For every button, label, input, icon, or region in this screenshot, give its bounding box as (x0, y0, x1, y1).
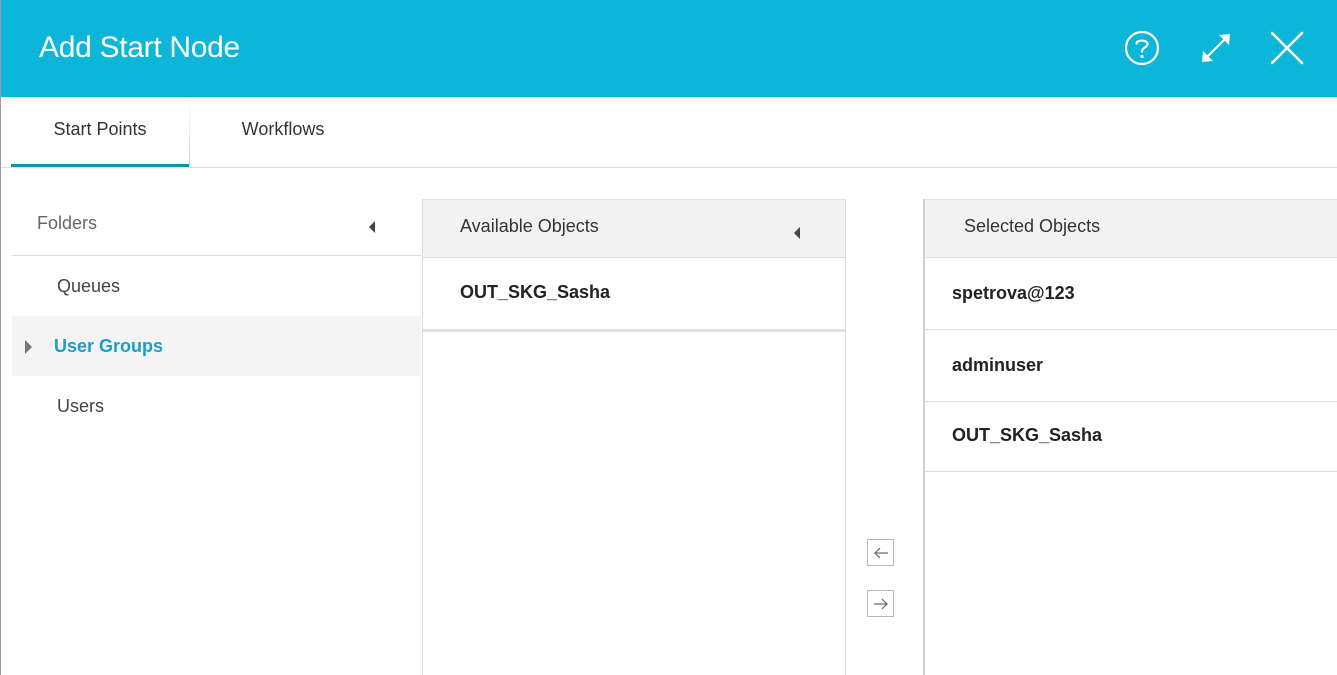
dialog-title: Add Start Node (39, 31, 240, 64)
expand-arrow-icon[interactable] (25, 340, 32, 354)
folder-item-label: Queues (57, 276, 121, 296)
selected-objects-header-label: Selected Objects (964, 216, 1101, 236)
dialog-titlebar: Add Start Node (1, 0, 1337, 97)
arrow-left-icon (874, 547, 888, 559)
selected-objects-header: Selected Objects (925, 199, 1337, 258)
selected-objects-panel: Selected Objects spetrova@123 adminuser … (923, 199, 1337, 675)
collapse-available-icon[interactable] (794, 227, 800, 239)
folders-header-label: Folders (37, 213, 98, 233)
close-icon[interactable] (1267, 28, 1307, 68)
folder-item-label: Users (57, 396, 105, 416)
tab-label: Workflows (241, 119, 325, 139)
folder-item-user-groups[interactable]: User Groups (12, 316, 421, 376)
selected-object-label: OUT_SKG_Sasha (952, 425, 1103, 445)
selected-object-row[interactable]: spetrova@123 (925, 258, 1337, 330)
folder-item-label: User Groups (54, 336, 164, 356)
tab-bar: Start Points Workflows (1, 97, 1337, 168)
folders-header: Folders (12, 197, 421, 256)
selected-object-row[interactable]: adminuser (925, 330, 1337, 402)
available-objects-header-label: Available Objects (460, 216, 599, 236)
available-objects-panel: Available Objects OUT_SKG_Sasha (422, 199, 846, 675)
tab-workflows[interactable]: Workflows (191, 97, 375, 167)
folders-panel: Folders Queues User Groups Users (12, 197, 421, 675)
maximize-icon[interactable] (1196, 28, 1236, 68)
tab-start-points[interactable]: Start Points (11, 97, 189, 167)
available-objects-header: Available Objects (423, 199, 845, 258)
add-start-node-dialog: Add Start Node Start Points Workflows Fo… (0, 0, 1337, 675)
tab-divider (189, 97, 190, 167)
move-left-button[interactable] (867, 539, 894, 566)
folder-item-queues[interactable]: Queues (12, 256, 421, 316)
move-right-button[interactable] (867, 590, 894, 617)
selected-object-label: spetrova@123 (952, 283, 1075, 303)
arrow-right-icon (874, 598, 888, 610)
folder-item-users[interactable]: Users (12, 376, 421, 436)
available-object-row[interactable]: OUT_SKG_Sasha (423, 258, 845, 332)
tab-label: Start Points (53, 119, 147, 139)
selected-object-label: adminuser (952, 355, 1044, 375)
help-icon[interactable] (1122, 28, 1162, 68)
selected-object-row[interactable]: OUT_SKG_Sasha (925, 402, 1337, 472)
collapse-folders-icon[interactable] (369, 221, 375, 233)
available-object-label: OUT_SKG_Sasha (460, 282, 611, 302)
